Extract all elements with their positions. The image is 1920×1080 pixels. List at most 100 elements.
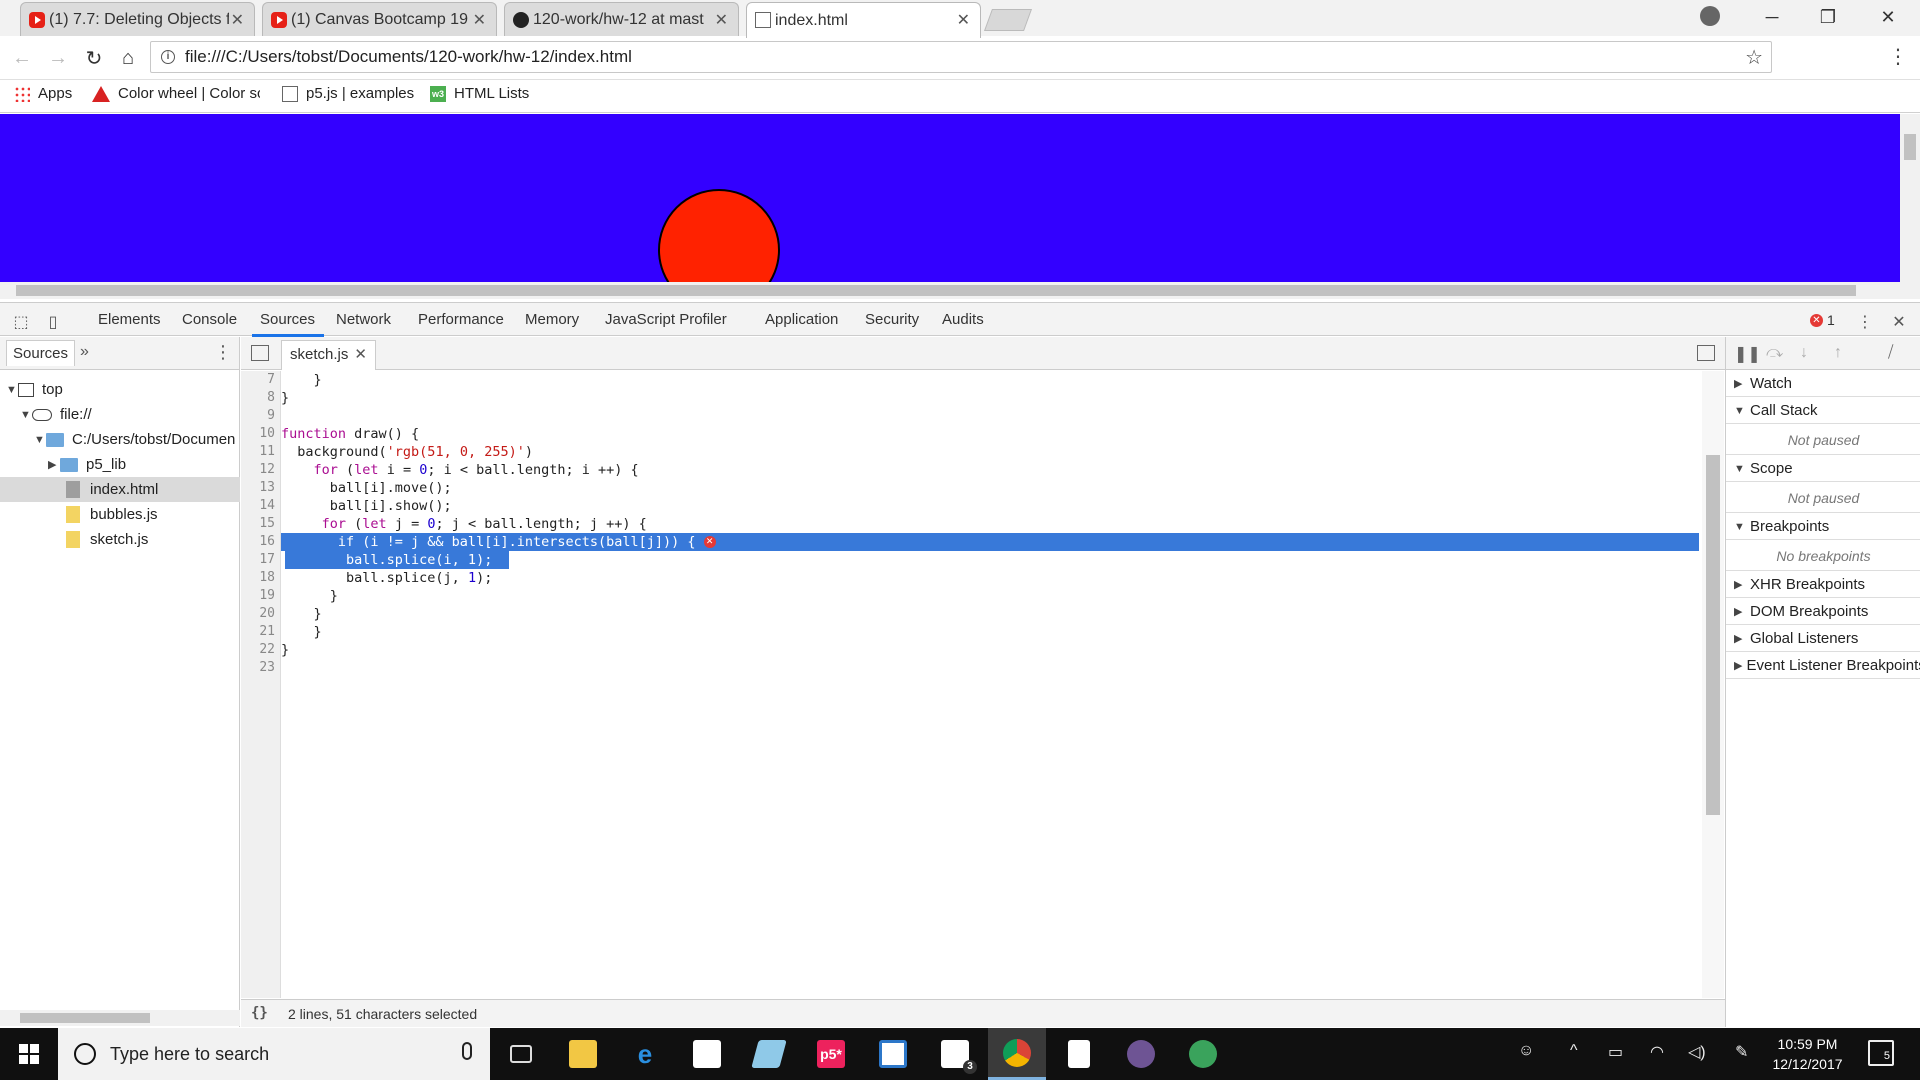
scrollbar-thumb[interactable] [1706, 455, 1720, 815]
tree-item-bubbles-js[interactable]: bubbles.js [0, 502, 240, 527]
close-devtools-icon[interactable]: ✕ [1890, 312, 1908, 331]
tab-performance[interactable]: Performance [418, 311, 504, 328]
error-count-badge[interactable]: ✕ 1 [1810, 312, 1835, 328]
step-over-icon[interactable]: ⤼ [1766, 344, 1783, 362]
error-marker-icon[interactable]: ✕ [703, 536, 716, 548]
browser-tab[interactable]: 120-work/hw-12 at mast ✕ [504, 2, 739, 36]
line-number[interactable]: 18 [241, 569, 275, 587]
taskbar-mail[interactable]: 3 [926, 1028, 984, 1080]
tab-audits[interactable]: Audits [942, 311, 984, 328]
line-number[interactable]: 23 [241, 659, 275, 677]
tree-item-folder[interactable]: ▼ C:/Users/tobst/Documen [0, 427, 240, 452]
tree-item-p5-lib[interactable]: ▶ p5_lib [0, 452, 240, 477]
tab-security[interactable]: Security [865, 311, 919, 328]
line-number[interactable]: 11 [241, 443, 275, 461]
back-button[interactable]: ← [8, 44, 36, 72]
microphone-icon[interactable] [462, 1042, 472, 1060]
inspect-element-icon[interactable]: ⬚ [12, 312, 30, 331]
forward-button[interactable]: → [44, 44, 72, 72]
line-number[interactable]: 21 [241, 623, 275, 641]
home-button[interactable]: ⌂ [114, 44, 142, 72]
more-tabs-icon[interactable]: » [80, 343, 89, 361]
minimize-button[interactable]: ─ [1744, 0, 1800, 34]
toggle-navigator-icon[interactable] [251, 345, 269, 361]
navigator-horizontal-scrollbar[interactable] [0, 1010, 240, 1026]
line-number[interactable]: 10 [241, 425, 275, 443]
event-listener-breakpoints-pane-header[interactable]: ▶ Event Listener Breakpoints [1726, 653, 1920, 679]
scrollbar-thumb[interactable] [16, 285, 1856, 296]
start-button[interactable] [0, 1028, 58, 1080]
page-vertical-scrollbar[interactable] [1900, 114, 1920, 282]
bookmark-star-icon[interactable]: ☆ [1745, 45, 1763, 70]
code-editor[interactable]: } } function draw() { background('rgb(51… [281, 371, 1701, 998]
tab-javascript-profiler[interactable]: JavaScript Profiler [605, 311, 727, 328]
taskbar-p5-editor[interactable]: p5* [802, 1028, 860, 1080]
restore-button[interactable]: ❐ [1800, 0, 1856, 34]
line-number[interactable]: 8 [241, 389, 275, 407]
line-number[interactable]: 17 [241, 551, 275, 569]
reload-button[interactable]: ↻ [80, 44, 108, 72]
taskbar-calculator[interactable] [1050, 1028, 1108, 1080]
close-file-icon[interactable]: ✕ [354, 346, 367, 363]
expanded-triangle-icon[interactable]: ▼ [34, 434, 46, 446]
step-out-icon[interactable]: ↑ [1834, 344, 1842, 362]
expanded-triangle-icon[interactable]: ▼ [20, 409, 32, 421]
close-tab-icon[interactable]: ✕ [473, 10, 486, 30]
battery-icon[interactable]: ▭ [1608, 1042, 1623, 1062]
wifi-icon[interactable]: ◠ [1650, 1042, 1664, 1062]
line-number[interactable]: 20 [241, 605, 275, 623]
line-number[interactable]: 22 [241, 641, 275, 659]
new-tab-button[interactable] [983, 9, 1033, 31]
taskbar-store[interactable] [678, 1028, 736, 1080]
browser-tab-active[interactable]: index.html ✕ [746, 2, 981, 38]
taskbar-clock[interactable]: 10:59 PM 12/12/2017 [1760, 1034, 1855, 1074]
taskbar-chrome[interactable] [988, 1028, 1046, 1080]
taskbar-app[interactable] [740, 1028, 798, 1080]
expanded-triangle-icon[interactable]: ▼ [6, 384, 18, 396]
navigator-menu-icon[interactable]: ⋮ [214, 342, 232, 363]
xhr-breakpoints-pane-header[interactable]: ▶ XHR Breakpoints [1726, 572, 1920, 598]
collapsed-triangle-icon[interactable]: ▶ [48, 458, 60, 471]
tree-item-top[interactable]: ▼ top [0, 377, 240, 402]
line-number[interactable]: 14 [241, 497, 275, 515]
toggle-debugger-icon[interactable] [1697, 345, 1715, 361]
line-number[interactable]: 15 [241, 515, 275, 533]
taskbar-github-desktop[interactable] [1112, 1028, 1170, 1080]
tree-item-sketch-js[interactable]: sketch.js [0, 527, 240, 552]
sketch-canvas[interactable] [0, 114, 1900, 282]
bookmark-p5-examples[interactable]: p5.js | examples [282, 85, 414, 102]
browser-menu-icon[interactable]: ⋮ [1888, 44, 1908, 69]
tree-item-file-origin[interactable]: ▼ file:// [0, 402, 240, 427]
tab-network[interactable]: Network [336, 311, 391, 328]
url-text[interactable]: file:///C:/Users/tobst/Documents/120-wor… [185, 47, 632, 67]
line-number[interactable]: 19 [241, 587, 275, 605]
page-horizontal-scrollbar[interactable] [0, 282, 1920, 299]
show-hidden-icons[interactable]: ^ [1570, 1042, 1578, 1060]
bookmark-html-lists[interactable]: w3 HTML Lists [430, 85, 529, 102]
taskbar-app[interactable] [1174, 1028, 1232, 1080]
navigator-tab-sources[interactable]: Sources [6, 340, 76, 366]
tab-console[interactable]: Console [182, 311, 237, 328]
people-icon[interactable]: ☺ [1518, 1042, 1534, 1060]
browser-tab[interactable]: (1) Canvas Bootcamp 19 ✕ [262, 2, 497, 36]
profile-icon[interactable] [1700, 6, 1720, 26]
volume-icon[interactable]: ◁) [1688, 1042, 1706, 1062]
tab-elements[interactable]: Elements [98, 311, 161, 328]
close-tab-icon[interactable]: ✕ [957, 10, 970, 30]
global-listeners-pane-header[interactable]: ▶ Global Listeners [1726, 626, 1920, 652]
line-number[interactable]: 12 [241, 461, 275, 479]
editor-file-tab[interactable]: sketch.js ✕ [281, 340, 376, 370]
editor-vertical-scrollbar[interactable] [1702, 371, 1724, 998]
watch-pane-header[interactable]: ▶ Watch [1726, 371, 1920, 397]
breakpoints-pane-header[interactable]: ▼ Breakpoints [1726, 514, 1920, 540]
devtools-menu-icon[interactable]: ⋮ [1856, 312, 1874, 331]
browser-tab[interactable]: (1) 7.7: Deleting Objects f ✕ [20, 2, 255, 36]
device-toolbar-icon[interactable]: ▯ [44, 312, 62, 331]
tab-application[interactable]: Application [765, 311, 838, 328]
tab-memory[interactable]: Memory [525, 311, 579, 328]
info-icon[interactable]: i [161, 50, 175, 64]
taskbar-edge[interactable]: e [616, 1028, 674, 1080]
line-number[interactable]: 16 [241, 533, 275, 551]
deactivate-breakpoints-icon[interactable]: ⧸ [1888, 344, 1893, 362]
action-center-icon[interactable]: 5 [1868, 1040, 1894, 1066]
